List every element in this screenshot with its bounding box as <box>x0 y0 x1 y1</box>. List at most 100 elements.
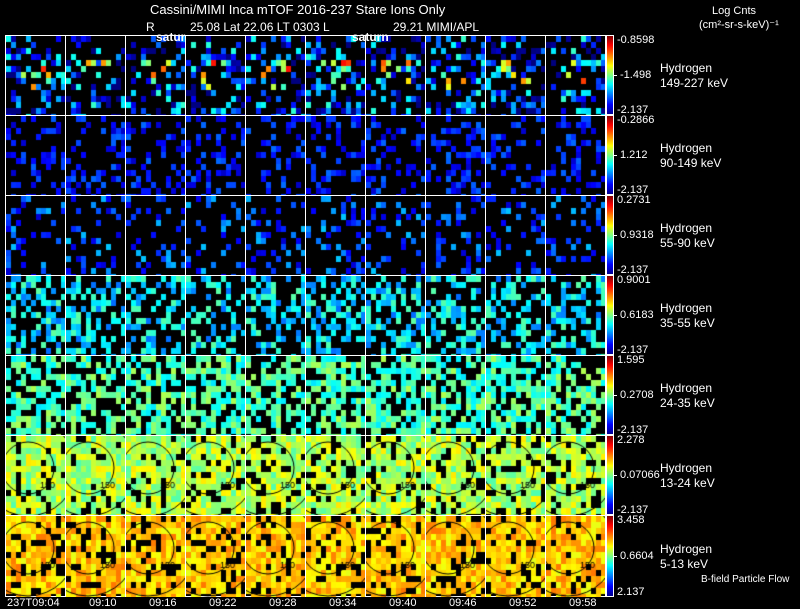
x-tick-label: 09:34 <box>329 597 357 609</box>
image-panel <box>545 275 605 355</box>
x-tick-label: 09:22 <box>209 597 237 609</box>
channel-energy: 13-24 keV <box>660 476 715 490</box>
colorbar-tick <box>614 395 617 396</box>
colorbar-tick <box>614 75 617 76</box>
image-panel <box>185 35 245 115</box>
colorbar <box>606 355 614 435</box>
image-panel <box>5 355 65 435</box>
x-tick-label: 09:46 <box>449 597 477 609</box>
image-panel <box>305 435 365 515</box>
colorbar-max-label: 0.9001 <box>617 274 651 286</box>
colorbar-min-label: 2.137 <box>617 586 645 598</box>
image-panel <box>65 35 125 115</box>
image-panel <box>185 275 245 355</box>
image-panel <box>125 195 185 275</box>
image-panel <box>425 435 485 515</box>
colorbar-mid-label: 0.07066 <box>620 469 660 481</box>
image-panel <box>305 355 365 435</box>
channel-species: Hydrogen <box>660 61 713 75</box>
image-panel <box>5 115 65 195</box>
ephemeris-r: R <box>146 20 155 34</box>
channel-species: Hydrogen <box>660 301 713 315</box>
channel-species: Hydrogen <box>660 542 713 556</box>
image-panel <box>185 195 245 275</box>
channel-energy: 149-227 keV <box>660 76 729 90</box>
ephemeris-info: 25.08 Lat 22.06 LT 0303 L <box>190 20 330 34</box>
image-panel <box>245 35 305 115</box>
channel-label: Hydrogen 5-13 keV <box>660 542 712 572</box>
image-panel <box>245 195 305 275</box>
image-panel <box>365 195 425 275</box>
colorbar-mid-label: 0.2708 <box>620 389 654 401</box>
colorbar-units-line2: (cm²-sr-s-keV)⁻¹ <box>699 19 779 31</box>
image-panel <box>425 275 485 355</box>
colorbar-tick <box>614 155 617 156</box>
colorbar-tick <box>614 556 617 557</box>
image-panel <box>305 275 365 355</box>
image-panel <box>365 515 425 597</box>
image-panel <box>65 435 125 515</box>
channel-label: Hydrogen 149-227 keV <box>660 61 728 91</box>
colorbar <box>606 35 614 115</box>
colorbar-max-label: 0.2731 <box>617 194 651 206</box>
image-panel <box>425 195 485 275</box>
x-tick-label: 237T09:04 <box>7 597 60 609</box>
x-tick-label: 09:10 <box>89 597 117 609</box>
colorbar <box>606 195 614 275</box>
image-grid <box>5 35 606 597</box>
channel-species: Hydrogen <box>660 381 713 395</box>
image-panel <box>125 35 185 115</box>
image-panel <box>425 355 485 435</box>
colorbar-mid-label: 1.212 <box>620 149 648 161</box>
ephemeris-l: 29.21 MIMI/APL <box>393 20 480 34</box>
image-panel <box>125 115 185 195</box>
image-panel <box>485 35 545 115</box>
colorbar-max-label: -0.2866 <box>617 114 655 126</box>
image-panel <box>245 115 305 195</box>
image-panel <box>305 515 365 597</box>
channel-energy: 24-35 keV <box>660 396 715 410</box>
colorbar-mid-label: 0.9318 <box>620 229 654 241</box>
image-panel <box>245 355 305 435</box>
colorbar <box>606 115 614 195</box>
channel-label: Hydrogen 24-35 keV <box>660 381 715 411</box>
colorbar-tick <box>614 235 617 236</box>
image-panel <box>5 275 65 355</box>
image-panel <box>125 515 185 597</box>
channel-label: Hydrogen 35-55 keV <box>660 301 715 331</box>
channel-label: Hydrogen 90-149 keV <box>660 141 721 171</box>
channel-label: Hydrogen 13-24 keV <box>660 461 715 491</box>
image-panel <box>245 275 305 355</box>
channel-energy: 55-90 keV <box>660 236 715 250</box>
image-panel <box>125 355 185 435</box>
channel-species: Hydrogen <box>660 461 713 475</box>
image-panel <box>425 35 485 115</box>
x-tick-label: 09:52 <box>509 597 537 609</box>
image-panel <box>65 275 125 355</box>
image-panel <box>545 515 605 597</box>
colorbar-max-label: -0.8598 <box>617 34 655 46</box>
image-panel <box>305 35 365 115</box>
image-panel <box>485 435 545 515</box>
colorbar-mid-label: 0.6604 <box>620 550 654 562</box>
channel-energy: 35-55 keV <box>660 316 715 330</box>
image-panel <box>5 35 65 115</box>
footer-note: B-field Particle Flow <box>701 574 790 585</box>
image-panel <box>125 435 185 515</box>
image-panel <box>425 515 485 597</box>
colorbar-mid-label: 0.6183 <box>620 309 654 321</box>
saturn-label: satur <box>156 30 186 44</box>
channel-energy: 5-13 keV <box>660 557 709 571</box>
image-panel <box>485 195 545 275</box>
image-panel <box>545 355 605 435</box>
colorbar-tick <box>614 475 617 476</box>
image-panel <box>545 435 605 515</box>
image-panel <box>425 115 485 195</box>
image-panel <box>65 355 125 435</box>
colorbar-max-label: 3.458 <box>617 514 645 526</box>
colorbar <box>606 275 614 355</box>
image-panel <box>305 115 365 195</box>
saturn-label: saturn <box>352 30 389 44</box>
image-panel <box>485 275 545 355</box>
image-panel <box>185 355 245 435</box>
